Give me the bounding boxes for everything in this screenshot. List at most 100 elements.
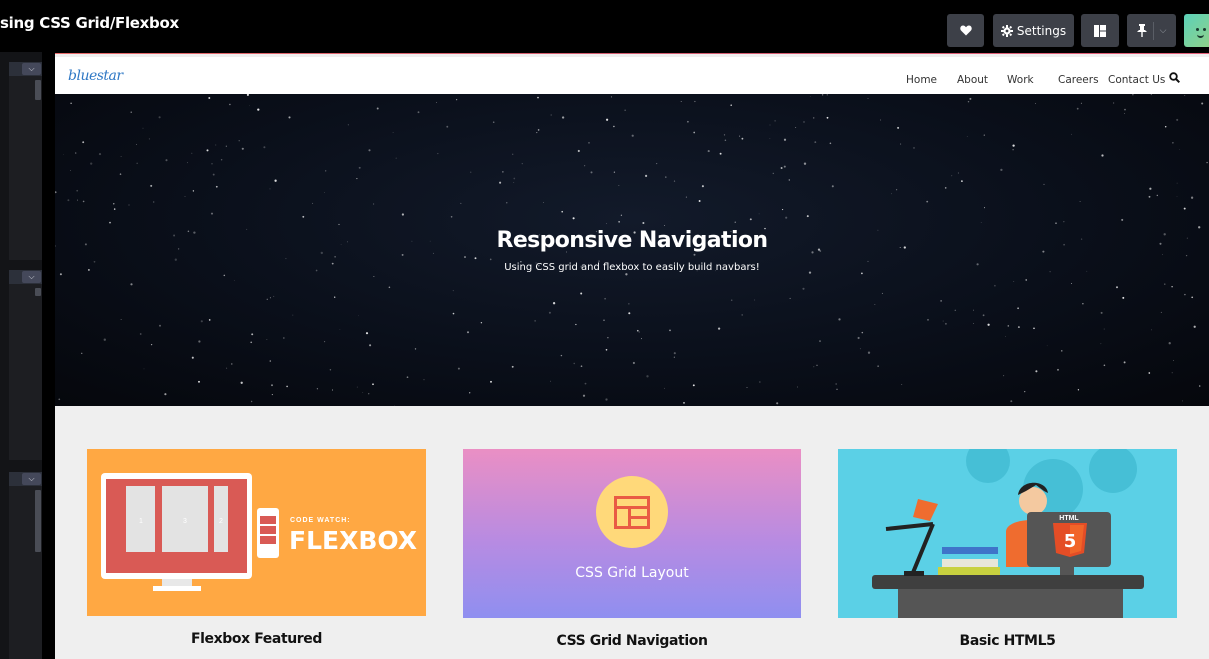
site-logo[interactable]: bluestar	[68, 68, 123, 84]
star	[895, 189, 898, 191]
star	[324, 191, 326, 193]
star	[174, 258, 177, 261]
star	[406, 376, 409, 379]
star	[1017, 307, 1019, 310]
star	[369, 344, 372, 347]
star	[537, 96, 539, 99]
star	[984, 207, 986, 209]
resize-handle[interactable]	[42, 52, 55, 659]
chevron-down-icon[interactable]: ⌵	[22, 271, 41, 283]
nav-link-careers[interactable]: Careers	[1058, 74, 1099, 86]
star	[819, 340, 821, 343]
pen-title: sing CSS Grid/Flexbox	[0, 14, 179, 32]
card-title[interactable]: Flexbox Featured	[87, 631, 426, 647]
star	[1164, 125, 1167, 128]
star	[802, 287, 805, 290]
star	[797, 386, 798, 388]
scrollbar[interactable]	[35, 490, 41, 552]
card-image: CODE WATCH: FLEXBOX 1 3 2	[87, 449, 426, 616]
star	[77, 199, 79, 201]
star	[552, 302, 556, 305]
star	[302, 215, 305, 218]
star	[1148, 195, 1151, 198]
star	[966, 136, 968, 138]
star	[693, 131, 696, 134]
star	[513, 177, 516, 180]
star	[1184, 293, 1186, 296]
star	[198, 380, 200, 383]
star	[739, 135, 741, 137]
scrollbar[interactable]	[35, 80, 41, 100]
html-editor-panel: ⌵	[9, 62, 42, 260]
star	[59, 273, 62, 276]
chevron-down-icon[interactable]: ⌵	[22, 63, 41, 75]
star	[631, 134, 634, 137]
star	[511, 365, 514, 368]
layout-icon	[1094, 24, 1106, 37]
settings-button[interactable]: Settings	[993, 14, 1074, 47]
star	[582, 394, 586, 397]
star	[1190, 196, 1194, 199]
star	[584, 382, 587, 385]
star	[506, 202, 508, 204]
card-caption: CSS Grid Layout	[575, 565, 689, 581]
star	[901, 384, 903, 386]
star	[734, 221, 736, 223]
star	[1176, 196, 1178, 197]
star	[269, 360, 272, 362]
star	[1206, 161, 1208, 164]
star	[103, 338, 106, 341]
star	[590, 171, 593, 174]
star	[417, 111, 420, 114]
love-button[interactable]	[947, 14, 984, 47]
star	[1124, 108, 1126, 111]
star	[1171, 372, 1173, 374]
star	[701, 185, 704, 188]
scrollbar[interactable]	[35, 288, 41, 296]
chevron-down-icon[interactable]: ⌵	[22, 473, 41, 485]
html5-illustration: 5 HTML	[872, 449, 1144, 618]
nav-link-about[interactable]: About	[957, 74, 988, 86]
star	[537, 129, 540, 131]
pin-button[interactable]: ⌵	[1127, 14, 1176, 47]
star	[372, 383, 374, 386]
star	[231, 363, 233, 365]
search-icon[interactable]	[1169, 72, 1180, 83]
star	[191, 152, 193, 154]
flexbox-illustration: CODE WATCH: FLEXBOX 1 3 2	[101, 473, 417, 591]
card-title[interactable]: Basic HTML5	[838, 633, 1177, 649]
nav-link-work[interactable]: Work	[1007, 74, 1034, 86]
star	[942, 320, 944, 322]
star	[967, 100, 970, 103]
star	[1043, 183, 1045, 185]
star	[605, 398, 608, 401]
star	[812, 117, 815, 119]
star	[274, 179, 277, 182]
star	[470, 171, 472, 173]
chevron-down-icon[interactable]: ⌵	[1160, 25, 1167, 36]
star	[580, 292, 583, 295]
star	[669, 329, 671, 332]
star	[772, 172, 774, 175]
star	[821, 94, 824, 96]
star	[368, 393, 370, 395]
star	[136, 144, 137, 145]
card-title[interactable]: CSS Grid Navigation	[463, 633, 801, 649]
nav-link-contact[interactable]: Contact Us	[1108, 74, 1165, 86]
star	[607, 337, 609, 339]
star	[560, 354, 563, 357]
star	[388, 286, 391, 289]
star	[215, 185, 218, 188]
change-view-button[interactable]	[1081, 14, 1119, 47]
star	[1156, 194, 1158, 197]
avatar[interactable]	[1184, 14, 1209, 47]
star	[692, 384, 695, 387]
star	[460, 202, 462, 204]
nav-link-home[interactable]: Home	[906, 74, 937, 86]
star	[1191, 296, 1194, 299]
star	[957, 172, 959, 174]
star	[82, 200, 85, 203]
star	[880, 119, 882, 121]
star	[605, 118, 609, 121]
star	[240, 381, 243, 384]
